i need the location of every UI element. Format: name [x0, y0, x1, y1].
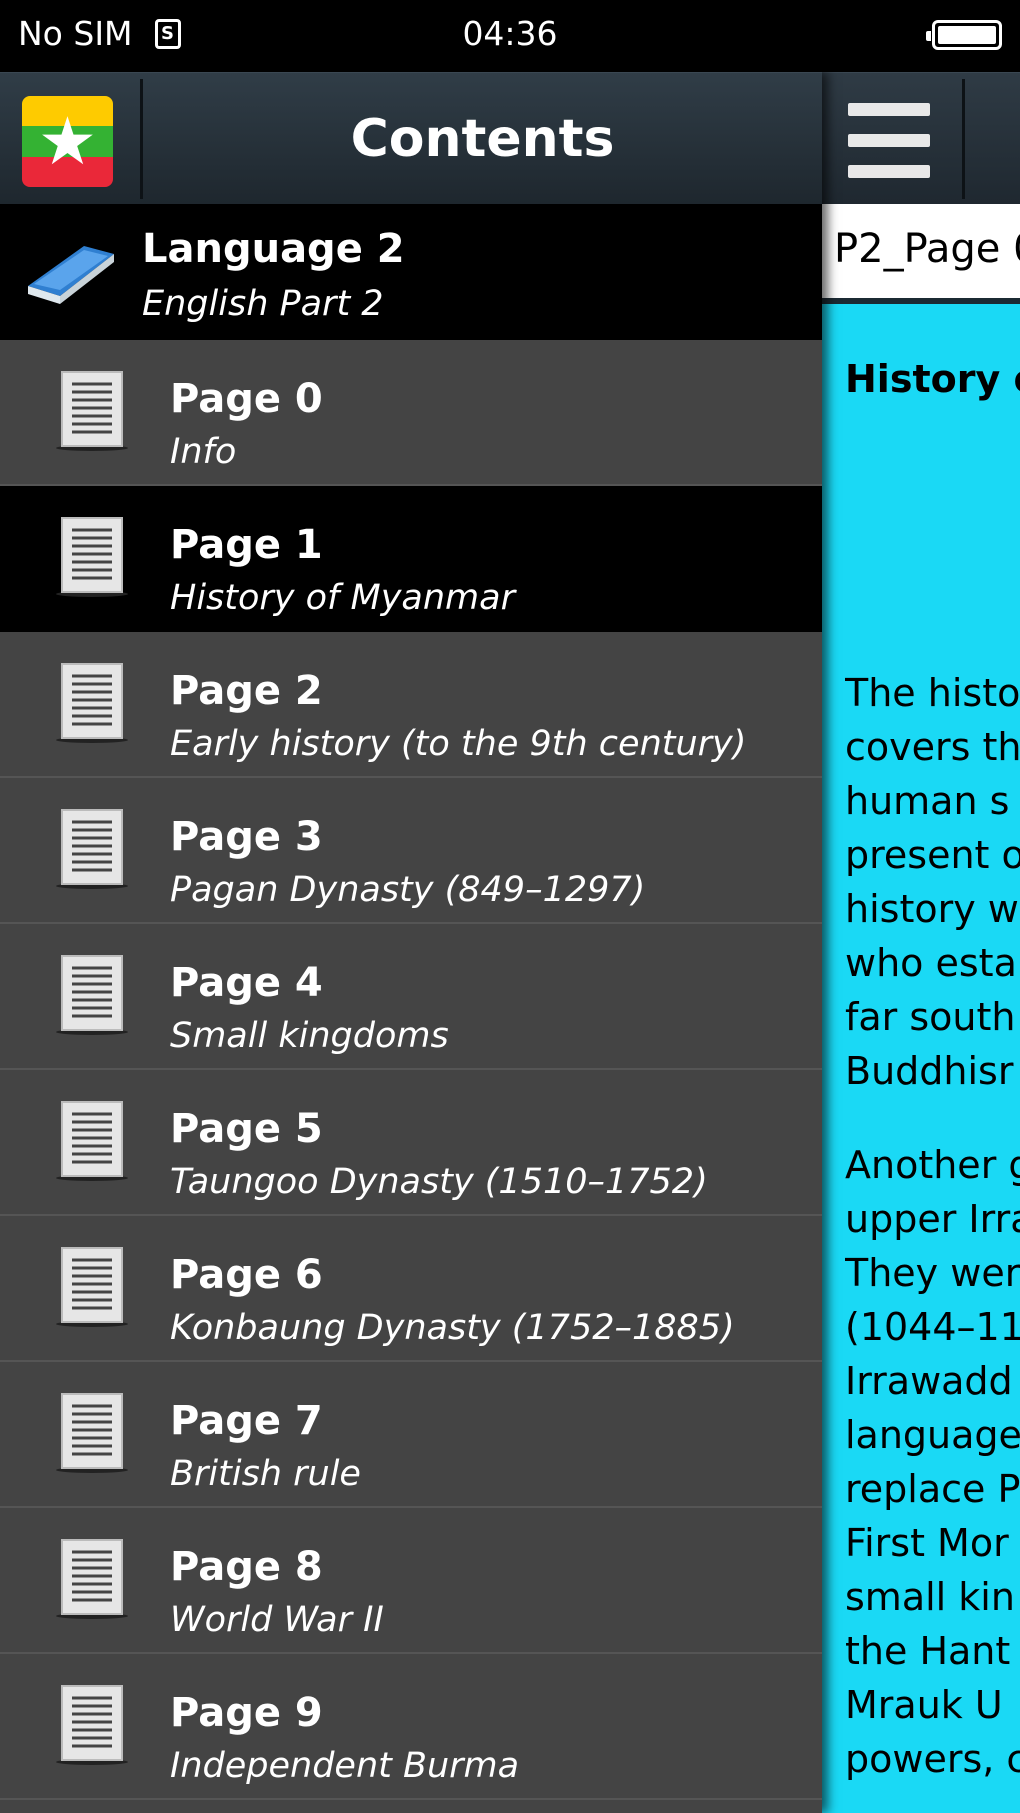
content-pane: P2_Page 0 History o The histo covers th …: [822, 72, 1020, 1813]
list-item-page-1[interactable]: Page 1 History of Myanmar: [0, 486, 822, 632]
status-time: 04:36: [462, 14, 558, 53]
document-icon: [56, 663, 128, 743]
content-line: the Hant: [845, 1629, 1011, 1673]
section-title: Language 2: [142, 226, 405, 272]
document-icon: [56, 1247, 128, 1327]
document-icon: [56, 1101, 128, 1181]
section-subtitle: English Part 2: [142, 284, 384, 324]
item-subtitle: Taungoo Dynasty (1510–1752): [170, 1162, 708, 1202]
drawer-title: Contents: [350, 109, 615, 169]
section-header-language-2[interactable]: Language 2 English Part 2: [0, 204, 822, 340]
item-subtitle: World War II: [170, 1600, 384, 1640]
status-bar: No SIM S 04:36: [0, 0, 1020, 72]
list-item-page-2[interactable]: Page 2 Early history (to the 9th century…: [0, 632, 822, 778]
item-title: Page 7: [170, 1398, 323, 1444]
battery-icon: [926, 20, 1002, 50]
content-line: present o: [845, 833, 1020, 877]
item-subtitle: Konbaung Dynasty (1752–1885): [170, 1308, 735, 1348]
content-line: The histo: [845, 671, 1020, 715]
document-icon: [56, 517, 128, 597]
content-line: language: [845, 1413, 1020, 1457]
content-line: human s: [845, 779, 1010, 823]
content-paragraph-2: Another g upper Irra They wer (1044–11 I…: [845, 1138, 1020, 1786]
content-line: replace P: [845, 1467, 1020, 1511]
content-line: powers, c: [845, 1737, 1020, 1781]
item-title: Page 9: [170, 1690, 323, 1736]
list-item-page-5[interactable]: Page 5 Taungoo Dynasty (1510–1752): [0, 1070, 822, 1216]
list-item-page-0[interactable]: Page 0 Info: [0, 340, 822, 486]
content-line: Buddhisr: [845, 1049, 1014, 1093]
item-title: Page 2: [170, 668, 323, 714]
content-text: History o The histo covers th human s pr…: [845, 352, 1020, 1813]
content-line: history w: [845, 887, 1019, 931]
item-title: Page 3: [170, 814, 323, 860]
list-item-page-8[interactable]: Page 8 World War II: [0, 1508, 822, 1654]
document-icon: [56, 1393, 128, 1473]
page-list: Page 0 Info Page 1 History of Myanmar Pa…: [0, 340, 822, 1800]
document-icon: [56, 1539, 128, 1619]
item-subtitle: British rule: [170, 1454, 361, 1494]
list-item-page-3[interactable]: Page 3 Pagan Dynasty (849–1297): [0, 778, 822, 924]
item-title: Page 0: [170, 376, 323, 422]
content-line: Irrawadd: [845, 1359, 1013, 1403]
content-line: far south: [845, 995, 1016, 1039]
document-icon: [56, 955, 128, 1035]
content-paragraph-1: The histo covers th human s present o hi…: [845, 666, 1020, 1098]
content-heading: History o: [845, 357, 1020, 401]
list-item-page-7[interactable]: Page 7 British rule: [0, 1362, 822, 1508]
content-line: upper Irra: [845, 1197, 1020, 1241]
hamburger-menu-icon[interactable]: [848, 103, 930, 179]
document-icon: [56, 371, 128, 451]
content-line: covers th: [845, 725, 1020, 769]
content-line: First Mor: [845, 1521, 1009, 1565]
item-subtitle: Early history (to the 9th century): [170, 724, 747, 764]
item-title: Page 8: [170, 1544, 323, 1590]
content-line: They wer: [845, 1251, 1020, 1295]
header-divider: [962, 79, 965, 199]
content-line: small kin: [845, 1575, 1015, 1619]
item-title: Page 5: [170, 1106, 323, 1152]
document-icon: [56, 809, 128, 889]
book-icon: [28, 246, 114, 304]
list-item-page-4[interactable]: Page 4 Small kingdoms: [0, 924, 822, 1070]
document-icon: [56, 1685, 128, 1765]
content-tab[interactable]: P2_Page 0: [822, 204, 1020, 304]
item-subtitle: Small kingdoms: [170, 1016, 449, 1056]
content-line: who esta: [845, 941, 1017, 985]
item-title: Page 4: [170, 960, 323, 1006]
item-subtitle: Independent Burma: [170, 1746, 520, 1786]
item-title: Page 1: [170, 522, 323, 568]
list-item-page-9[interactable]: Page 9 Independent Burma: [0, 1654, 822, 1800]
myanmar-flag-icon[interactable]: ★: [22, 96, 113, 187]
drawer-header: ★ Contents: [0, 72, 822, 204]
content-header: [822, 72, 1020, 204]
content-line: (1044–11: [845, 1305, 1020, 1349]
item-subtitle: Pagan Dynasty (849–1297): [170, 870, 646, 910]
list-item-page-6[interactable]: Page 6 Konbaung Dynasty (1752–1885): [0, 1216, 822, 1362]
item-subtitle: Info: [170, 432, 237, 472]
item-title: Page 6: [170, 1252, 323, 1298]
content-line: Another g: [845, 1143, 1020, 1187]
content-line: Mrauk U: [845, 1683, 1003, 1727]
navigation-drawer: ★ Contents Language 2 English Part 2 Pag…: [0, 72, 822, 1813]
item-subtitle: History of Myanmar: [170, 578, 515, 618]
